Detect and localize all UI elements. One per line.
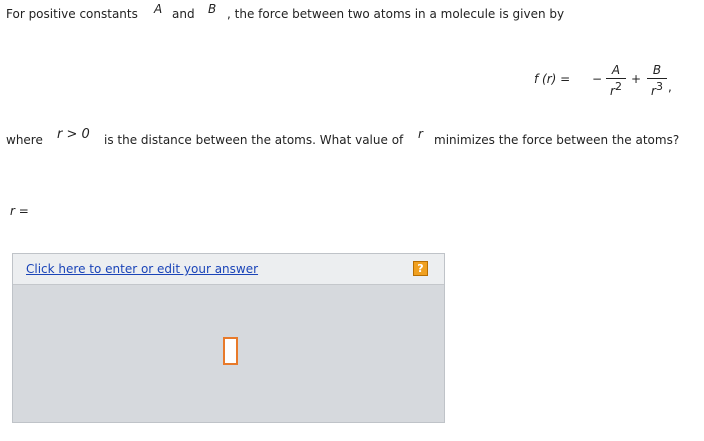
formula-lhs: f (r) = — [534, 72, 571, 86]
formula-plus: + — [631, 72, 642, 86]
fraction-a-denominator: r2 — [610, 80, 622, 98]
help-icon[interactable]: ? — [413, 261, 428, 276]
edit-answer-link[interactable]: Click here to enter or edit your answer — [26, 262, 258, 276]
fraction-b-denominator: r3 — [651, 80, 663, 98]
fraction-a-bar — [606, 78, 626, 79]
where-text: where — [6, 133, 43, 147]
answer-label: r = — [10, 204, 29, 218]
fraction-a-numerator: A — [611, 63, 621, 77]
formula-minus: − — [592, 72, 603, 86]
fraction-b-over-r3: B r3 — [647, 64, 667, 98]
fraction-a-over-r2: A r2 — [606, 64, 626, 98]
answer-panel: Click here to enter or edit your answer … — [12, 253, 445, 423]
fraction-b-numerator: B — [652, 63, 662, 77]
question-text: is the distance between the atoms. What … — [104, 133, 404, 147]
constant-b: B — [208, 2, 217, 16]
and-text: and — [172, 7, 195, 21]
answer-panel-header: Click here to enter or edit your answer … — [13, 254, 444, 285]
intro-text-end: , the force between two atoms in a molec… — [227, 7, 565, 21]
question-text-end: minimizes the force between the atoms? — [434, 133, 680, 147]
constant-a: A — [154, 2, 163, 16]
variable-r: r — [418, 127, 423, 141]
formula-trailing-comma: , — [668, 80, 672, 94]
fraction-b-bar — [647, 78, 667, 79]
condition-r-positive: r > 0 — [57, 127, 90, 142]
answer-input-box[interactable] — [223, 337, 238, 365]
intro-text: For positive constants — [6, 7, 138, 21]
